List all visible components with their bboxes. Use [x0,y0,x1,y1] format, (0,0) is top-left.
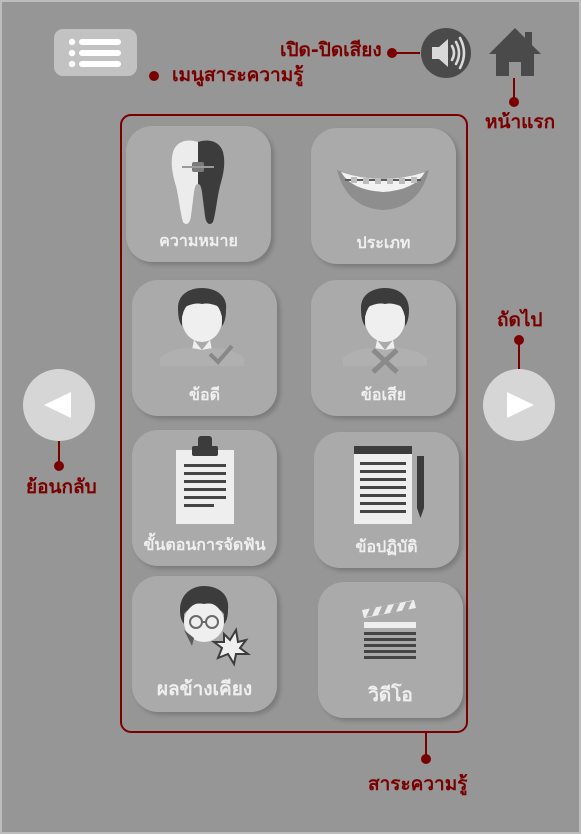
tile-label: ขั้นตอนการจัดฟัน [143,535,266,555]
tile-guidelines[interactable]: ข้อปฏิบัติ [314,432,459,568]
annotation-next: ถัดไป [497,309,543,331]
annotation-dot [421,754,431,764]
tile-advantages[interactable]: ข้อดี [132,280,277,416]
tile-types[interactable]: ประเภท [311,128,456,264]
tile-label: วิดีโอ [368,684,413,707]
tile-label: ข้อดี [189,385,220,405]
annotation-home: หน้าแรก [485,111,556,133]
annotation-back: ย้อนกลับ [26,476,97,498]
home-button[interactable] [487,26,543,78]
triangle-left-icon [44,392,71,418]
tile-side-effects[interactable]: ผลข้างเคียง [132,576,277,712]
annotation-dot [387,48,397,58]
next-button[interactable] [483,369,555,441]
tile-label: ประเภท [356,233,411,253]
annotation-line [58,441,60,463]
annotation-dot [54,461,64,471]
tile-label: ความหมาย [159,231,238,251]
annotation-knowledge-menu: เมนูสาระความรู้ [172,64,304,86]
tile-procedure[interactable]: ขั้นตอนการจัดฟัน [132,430,277,566]
tile-disadvantages[interactable]: ข้อเสีย [311,280,456,416]
knowledge-menu-button[interactable] [54,29,137,76]
speaker-icon [421,28,471,78]
home-icon [489,28,541,76]
app-screen: เมนูสาระความรู้ เปิด-ปิดเสียง หน้าแรก ถั… [0,0,581,834]
tile-video[interactable]: วิดีโอ [318,582,463,718]
annotation-line [518,342,520,370]
list-menu-icon [68,38,121,68]
annotation-dot [509,97,519,107]
annotation-sound-toggle: เปิด-ปิดเสียง [280,39,382,61]
tile-label: ผลข้างเคียง [156,678,253,701]
sound-toggle-button[interactable] [420,27,472,79]
triangle-right-icon [507,392,534,418]
annotation-dot [149,71,159,81]
tile-label: ข้อเสีย [360,385,407,405]
tile-meaning[interactable]: ความหมาย [126,126,271,262]
tile-label: ข้อปฏิบัติ [355,537,418,557]
back-button[interactable] [23,369,95,441]
annotation-knowledge: สาระความรู้ [368,773,468,795]
